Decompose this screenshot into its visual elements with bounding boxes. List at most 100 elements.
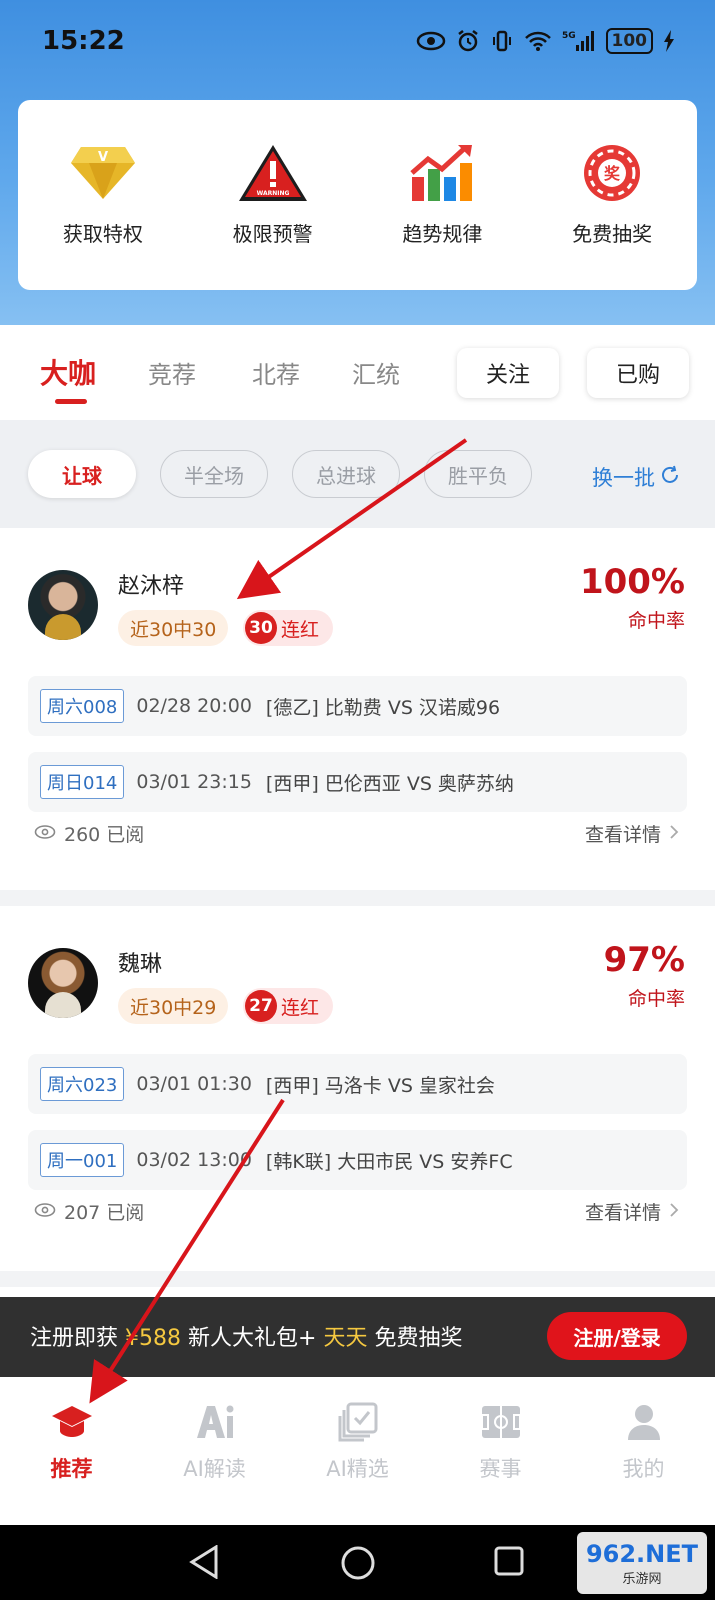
match-teams: [韩K联] 大田市民 VS 安养FC <box>265 1150 513 1173</box>
filter-chip-banquanchang[interactable]: 半全场 <box>160 450 268 498</box>
nav-item-events[interactable]: 赛事 <box>429 1377 572 1525</box>
feature-trend[interactable]: 趋势规律 <box>358 100 528 290</box>
diamond-icon: V <box>67 142 139 204</box>
alarm-icon <box>456 29 480 53</box>
match-row[interactable]: 周六023 03/01 01:30 [西甲] 马洛卡 VS 皇家社会 <box>28 1054 687 1114</box>
tab-jingjian[interactable]: 竞荐 <box>148 355 196 390</box>
battery-indicator: 100 <box>605 28 653 54</box>
feature-label: 获取特权 <box>62 222 143 246</box>
lottery-icon-text: 奖 <box>604 164 621 183</box>
register-middle: 新人大礼包+ <box>188 1326 317 1351</box>
graduation-cap-icon <box>49 1399 95 1445</box>
tab-beijian[interactable]: 北荐 <box>252 355 300 390</box>
nav-label: AI精选 <box>326 1457 389 1481</box>
watermark-main: 962.NET <box>585 1539 699 1568</box>
view-detail-label: 查看详情 <box>584 1202 661 1224</box>
filter-chip-zongjinqiu[interactable]: 总进球 <box>292 450 400 498</box>
avatar <box>28 948 98 1018</box>
match-row[interactable]: 周日014 03/01 23:15 [西甲] 巴伦西亚 VS 奥萨苏纳 <box>28 752 687 812</box>
hit-rate-label: 命中率 <box>627 988 685 1010</box>
register-amount: ¥588 <box>125 1326 182 1351</box>
streak-badge: 近30中29 <box>118 988 229 1024</box>
register-suffix: 免费抽奖 <box>374 1326 463 1351</box>
status-icons: 5G 100 <box>416 28 676 54</box>
red-streak-badge: 30 连红 <box>243 610 334 646</box>
register-banner[interactable]: 注册即获 ¥588 新人大礼包+ 天天 免费抽奖 注册/登录 <box>0 1297 715 1377</box>
feature-lottery[interactable]: 奖 免费抽奖 <box>527 100 697 290</box>
match-code: 周六008 <box>40 689 125 723</box>
avatar <box>28 570 98 640</box>
feature-card: V 获取特权 WARNING 极限预警 趋势规律 奖 免费抽奖 <box>18 100 697 290</box>
svg-text:V: V <box>98 150 108 165</box>
expert-card[interactable]: 魏琳 近30中29 27 连红 97% 命中率 周六023 03/01 01:3… <box>0 906 715 1271</box>
hit-rate: 100% <box>579 562 685 602</box>
expert-name: 魏琳 <box>118 952 163 977</box>
match-teams: [西甲] 马洛卡 VS 皇家社会 <box>265 1074 495 1097</box>
nav-item-mine[interactable]: 我的 <box>572 1377 715 1525</box>
match-row[interactable]: 周一001 03/02 13:00 [韩K联] 大田市民 VS 安养FC <box>28 1130 687 1190</box>
match-row[interactable]: 周六008 02/28 20:00 [德乙] 比勒费 VS 汉诺威96 <box>28 676 687 736</box>
tab-underline <box>55 399 87 404</box>
trend-chart-icon <box>406 142 478 204</box>
view-detail-label: 查看详情 <box>584 824 661 846</box>
chevron-right-icon <box>669 823 679 845</box>
register-highlight: 天天 <box>323 1326 368 1351</box>
nav-item-ai-read[interactable]: AI解读 <box>143 1377 286 1525</box>
register-login-button[interactable]: 注册/登录 <box>547 1312 687 1360</box>
category-tabs: 大咖 竞荐 北荐 汇统 关注 已购 <box>0 325 715 420</box>
eye-icon <box>416 31 446 51</box>
register-prefix: 注册即获 <box>30 1326 119 1351</box>
expert-card[interactable]: 赵沐梓 近30中30 30 连红 100% 命中率 周六008 02/28 20… <box>0 528 715 890</box>
match-code: 周日014 <box>40 765 125 799</box>
user-icon <box>621 1399 667 1445</box>
view-count: 260 已阅 <box>34 820 144 847</box>
view-detail-link[interactable]: 查看详情 <box>585 1198 679 1225</box>
feature-label: 趋势规律 <box>402 222 483 246</box>
match-time: 03/02 13:00 <box>136 1149 252 1171</box>
recents-icon[interactable] <box>493 1545 525 1581</box>
refresh-button[interactable]: 换一批 <box>592 462 681 492</box>
eye-icon <box>34 823 56 845</box>
register-promo-text: 注册即获 ¥588 新人大礼包+ 天天 免费抽奖 <box>30 1320 462 1352</box>
feature-label: 免费抽奖 <box>572 222 653 246</box>
expert-name: 赵沐梓 <box>118 574 185 599</box>
field-icon <box>478 1399 524 1445</box>
view-count-text: 207 已阅 <box>64 1202 145 1224</box>
view-count: 207 已阅 <box>34 1198 144 1225</box>
nav-item-ai-select[interactable]: AI精选 <box>286 1377 429 1525</box>
back-icon[interactable] <box>188 1544 220 1583</box>
filter-chip-rangqiu[interactable]: 让球 <box>28 450 136 498</box>
ai-select-icon <box>335 1399 381 1445</box>
vibrate-icon <box>490 29 514 53</box>
red-streak-badge: 27 连红 <box>243 988 334 1024</box>
refresh-label: 换一批 <box>592 466 655 490</box>
nav-item-recommend[interactable]: 推荐 <box>0 1377 143 1525</box>
feature-warning[interactable]: WARNING 极限预警 <box>188 100 358 290</box>
status-time: 15:22 <box>42 26 125 56</box>
match-time: 03/01 01:30 <box>136 1073 252 1095</box>
tab-daka[interactable]: 大咖 <box>40 352 96 392</box>
watermark-sub: 乐游网 <box>622 1571 662 1587</box>
purchased-button[interactable]: 已购 <box>587 348 689 398</box>
nav-label: 推荐 <box>50 1457 93 1481</box>
warning-icon: WARNING <box>237 142 309 204</box>
feature-privilege[interactable]: V 获取特权 <box>18 100 188 290</box>
status-bar: 15:22 5G 100 <box>0 0 715 80</box>
filter-row: 让球 半全场 总进球 胜平负 换一批 <box>0 420 715 528</box>
nav-label: 赛事 <box>479 1457 522 1481</box>
feature-label: 极限预警 <box>232 222 313 246</box>
red-streak-label: 连红 <box>281 618 320 641</box>
home-icon[interactable] <box>340 1545 376 1585</box>
filter-chip-shengpingfu[interactable]: 胜平负 <box>424 450 532 498</box>
site-watermark: 962.NET 乐游网 <box>577 1532 707 1594</box>
red-streak-count: 30 <box>245 612 277 644</box>
nav-label: AI解读 <box>183 1457 246 1481</box>
view-detail-link[interactable]: 查看详情 <box>585 820 679 847</box>
view-count-text: 260 已阅 <box>64 824 145 846</box>
follow-button[interactable]: 关注 <box>457 348 559 398</box>
red-streak-count: 27 <box>245 990 277 1022</box>
match-time: 03/01 23:15 <box>136 771 252 793</box>
hit-rate-label: 命中率 <box>627 610 685 632</box>
warning-icon-text: WARNING <box>256 190 289 197</box>
tab-huitong[interactable]: 汇统 <box>352 355 400 390</box>
